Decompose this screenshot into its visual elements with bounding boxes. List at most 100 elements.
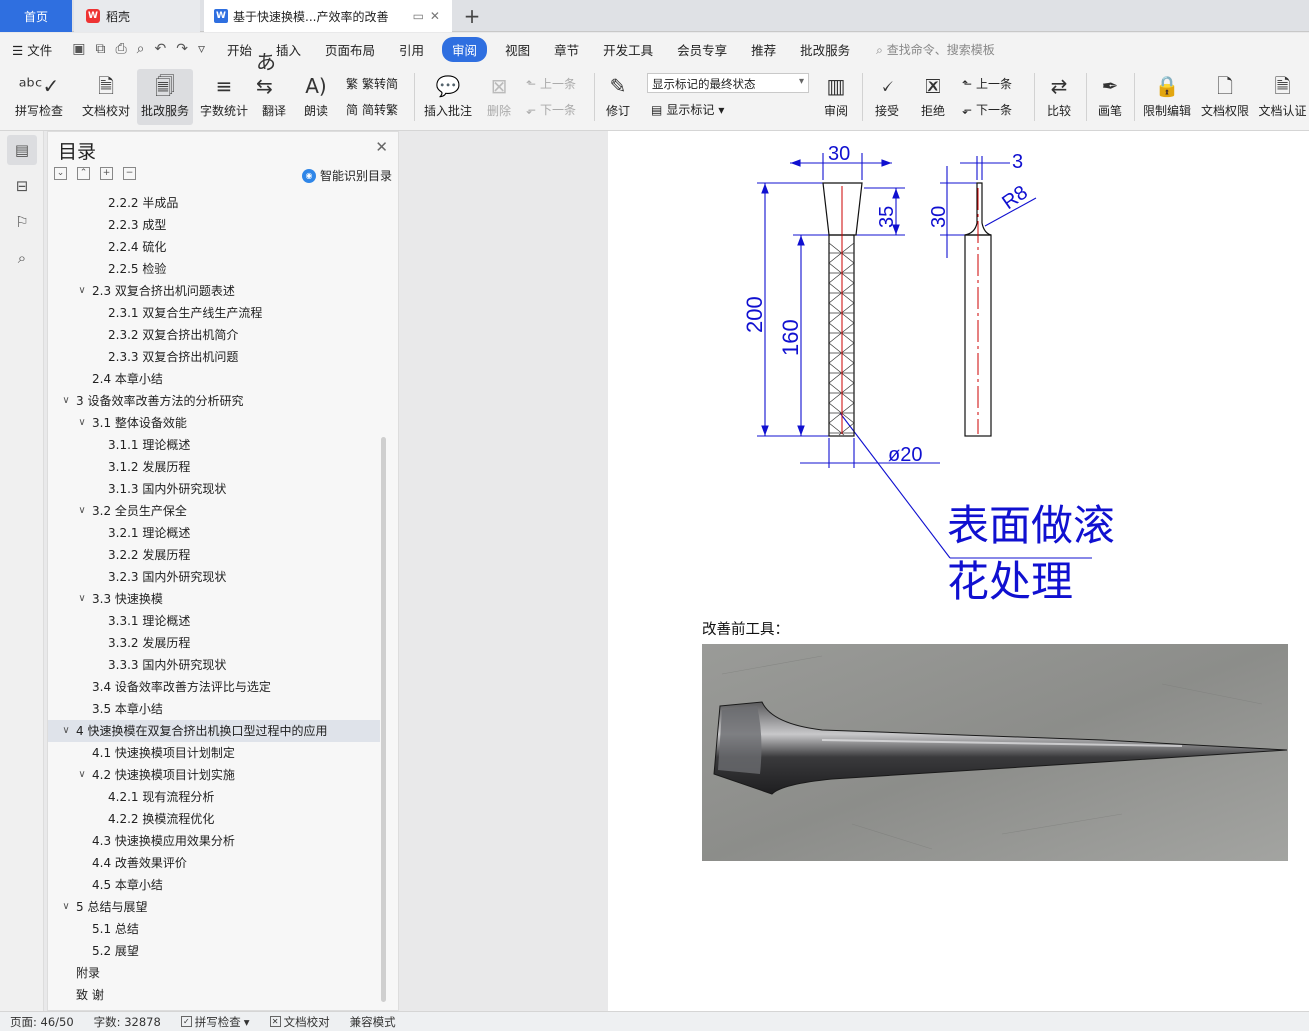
add-heading-icon[interactable]: + [100,167,113,180]
compare-button[interactable]: ⇄ 比较 [1040,69,1078,125]
prev-change-button[interactable]: ⬑ 上一条 [962,75,1012,92]
toc-item[interactable]: 2.2.4 硫化 [48,236,380,258]
show-markup-button[interactable]: ▤ 显示标记 ▾ [651,101,724,118]
toc-item[interactable]: 2.3.3 双复合挤出机问题 [48,346,380,368]
review-pane-button[interactable]: ▥ 审阅 [816,69,856,125]
toc-item[interactable]: 3.3.1 理论概述 [48,610,380,632]
toc-item[interactable]: 3.1.3 国内外研究现状 [48,478,380,500]
toc-item[interactable]: 2.4 本章小结 [48,368,380,390]
prev-comment-button[interactable]: ⬑ 上一条 [526,75,576,92]
toc-item[interactable]: 3.5 本章小结 [48,698,380,720]
menu-item-member[interactable]: 会员专享 [665,40,739,59]
export-icon[interactable]: ⧉ [95,41,105,57]
grading-button[interactable]: 🗐 批改服务 [137,69,193,125]
menu-item-recommend[interactable]: 推荐 [739,40,788,59]
command-search[interactable]: ⌕ 查找命令、搜索模板 [876,41,995,58]
spell-check-status[interactable]: ✓ 拼写检查 ▾ [171,1014,260,1030]
read-aloud-button[interactable]: A) 朗读 [298,69,334,125]
toc-item[interactable]: 2.2.2 半成品 [48,192,380,214]
tab-home[interactable]: 首页 [0,0,72,32]
revise-button[interactable]: ✎ 修订 [600,69,636,125]
toc-panel-icon[interactable]: ▤ [7,135,37,165]
toc-item[interactable]: 5.1 总结 [48,918,380,940]
toc-item[interactable]: ∨ 4.2 快速换模项目计划实施 [48,764,380,786]
toc-item[interactable]: ∨ 3 设备效率改善方法的分析研究 [48,390,380,412]
remove-heading-icon[interactable]: − [123,167,136,180]
accept-button[interactable]: 🗸 接受 [868,69,906,125]
print-icon[interactable]: ⎙ [115,41,126,57]
chevron-down-icon[interactable]: ∨ [76,412,88,434]
toc-item[interactable]: 4.2.1 现有流程分析 [48,786,380,808]
toc-item[interactable]: 4.3 快速换模应用效果分析 [48,830,380,852]
chevron-down-icon[interactable]: ∨ [60,896,72,918]
delete-comment-button[interactable]: ⊠ 删除 [480,69,518,125]
navigation-icon[interactable]: ⊟ [7,171,37,201]
menu-item-grading[interactable]: 批改服务 [788,40,862,59]
toc-item[interactable]: 2.3.1 双复合生产线生产流程 [48,302,380,324]
pen-button[interactable]: ✒ 画笔 [1092,69,1128,125]
search-icon[interactable]: ⌕ [7,243,37,273]
new-tab-button[interactable]: + [458,0,486,32]
chevron-down-icon[interactable]: ∨ [76,588,88,610]
toc-scrollbar[interactable] [381,437,386,1002]
menu-item-review[interactable]: 审阅 [442,36,488,62]
toc-item[interactable]: 4.2.2 换模流程优化 [48,808,380,830]
toc-item[interactable]: 4.1 快速换模项目计划制定 [48,742,380,764]
simp-to-trad-button[interactable]: 简简转繁 [346,101,398,118]
insert-comment-button[interactable]: 💬 插入批注 [422,69,474,125]
toc-item[interactable]: 3.3.2 发展历程 [48,632,380,654]
toc-item[interactable]: 2.2.5 检验 [48,258,380,280]
toc-item[interactable]: ∨ 4 快速换模在双复合挤出机换口型过程中的应用 [48,720,380,742]
menu-item-section[interactable]: 章节 [542,40,591,59]
toc-item[interactable]: 4.4 改善效果评价 [48,852,380,874]
toc-item[interactable]: 3.1.2 发展历程 [48,456,380,478]
translate-button[interactable]: あ⇆ 翻译 [256,50,292,125]
toc-item[interactable]: ∨ 3.1 整体设备效能 [48,412,380,434]
tab-close-icon[interactable]: ▭✕ [413,9,446,23]
toc-item[interactable]: 3.2.3 国内外研究现状 [48,566,380,588]
toc-item[interactable]: 3.2.1 理论概述 [48,522,380,544]
menu-item-layout[interactable]: 页面布局 [313,40,387,59]
chevron-down-icon[interactable]: ∨ [60,390,72,412]
more-icon[interactable]: ▿ [198,41,205,57]
markup-state-select[interactable]: 显示标记的最终状态 [647,73,809,93]
save-icon[interactable]: ▣ [72,41,85,57]
undo-icon[interactable]: ↶ [154,41,166,57]
toc-item[interactable]: 4.5 本章小结 [48,874,380,896]
toc-item[interactable]: ∨ 2.3 双复合挤出机问题表述 [48,280,380,302]
tab-daoke[interactable]: W 稻壳 [74,0,200,32]
toc-item[interactable]: 5.2 展望 [48,940,380,962]
doc-permission-button[interactable]: 🗋 文档权限 [1198,69,1252,125]
trad-to-simp-button[interactable]: 繁繁转简 [346,75,398,92]
word-count-button[interactable]: ≡ 字数统计 [197,69,251,125]
page-indicator[interactable]: 页面: 46/50 [0,1014,84,1030]
toc-item[interactable]: 附录 [48,962,380,984]
toc-item[interactable]: 致 谢 [48,984,380,1006]
doc-proof-button[interactable]: 🗎 文档校对 [78,69,134,125]
word-count-indicator[interactable]: 字数: 32878 [84,1014,171,1030]
toc-item[interactable]: 2.3.2 双复合挤出机简介 [48,324,380,346]
file-menu[interactable]: ☰ 文件 [0,40,64,59]
toc-item[interactable]: ∨ 3.2 全员生产保全 [48,500,380,522]
smart-toc-button[interactable]: ◉ 智能识别目录 [301,167,392,184]
expand-all-icon[interactable]: ⌃ [77,167,90,180]
preview-icon[interactable]: ⌕ [137,41,145,57]
toc-item[interactable]: 3.1.1 理论概述 [48,434,380,456]
bookmark-icon[interactable]: ⚐ [7,207,37,237]
chevron-down-icon[interactable]: ∨ [76,764,88,786]
toc-item[interactable]: ∨ 3.3 快速换模 [48,588,380,610]
toc-item[interactable]: 3.3.3 国内外研究现状 [48,654,380,676]
toc-item[interactable]: 2.2.3 成型 [48,214,380,236]
spell-check-button[interactable]: ᵃᵇᶜ✓ 拼写检查 [8,69,70,125]
chevron-down-icon[interactable]: ∨ [60,720,72,742]
restrict-edit-button[interactable]: 🔒 限制编辑 [1140,69,1194,125]
redo-icon[interactable]: ↷ [176,41,188,57]
chevron-down-icon[interactable]: ∨ [76,280,88,302]
tab-document[interactable]: W 基于快速换模...产效率的改善 ▭✕ [204,0,452,32]
reject-button[interactable]: 🗷 拒绝 [914,69,952,125]
collapse-all-icon[interactable]: ⌄ [54,167,67,180]
toc-item[interactable]: 3.2.2 发展历程 [48,544,380,566]
close-icon[interactable]: ✕ [375,138,388,156]
doc-proof-status[interactable]: ✕ 文档校对 [260,1014,340,1030]
toc-item[interactable]: ∨ 5 总结与展望 [48,896,380,918]
